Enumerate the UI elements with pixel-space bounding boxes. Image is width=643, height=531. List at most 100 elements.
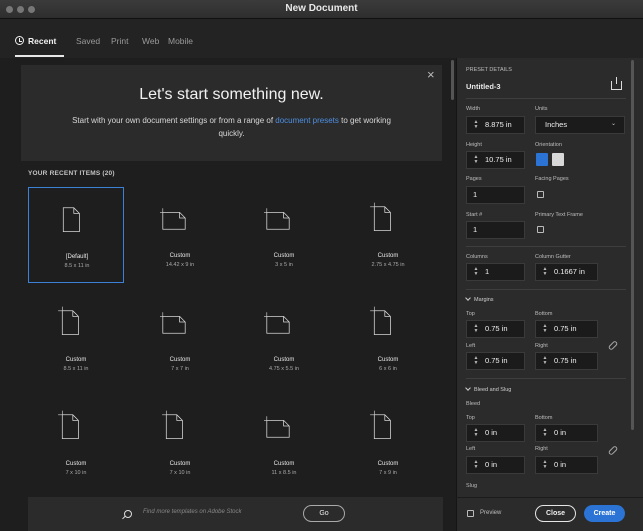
stepper-icon[interactable]: ▲ ▼	[542, 428, 548, 438]
preset-details-heading: PRESET DETAILS	[466, 67, 512, 73]
recent-item[interactable]: Custom 3 x 5 in	[236, 187, 332, 283]
stepper-icon[interactable]: ▲ ▼	[542, 356, 548, 366]
width-field[interactable]: ▲ ▼ 8.875 in	[466, 116, 525, 134]
tab-web[interactable]: Web	[142, 36, 159, 46]
recent-item[interactable]: [Default] 8.5 x 11 in	[28, 187, 124, 283]
recent-item-name: Custom	[273, 357, 295, 363]
portrait-orientation-icon[interactable]	[536, 153, 548, 166]
start-number-field[interactable]: 1	[466, 221, 525, 239]
recent-item-dimensions: 2.75 x 4.75 in	[371, 262, 405, 268]
create-button[interactable]: Create	[584, 505, 625, 522]
orientation-label: Orientation	[535, 142, 562, 148]
recent-item-name: Custom	[377, 461, 399, 467]
tab-bar: Recent Saved Print Web Mobile	[0, 19, 643, 58]
pages-field[interactable]: 1	[466, 186, 525, 204]
columns-field[interactable]: ▲ ▼ 1	[466, 263, 525, 281]
stepper-icon[interactable]: ▲ ▼	[473, 356, 479, 366]
bleed-top-field[interactable]: ▲ ▼ 0 in	[466, 424, 525, 442]
units-label: Units	[535, 106, 548, 112]
primary-text-frame-label: Primary Text Frame	[535, 212, 583, 218]
landscape-orientation-icon[interactable]	[552, 153, 564, 166]
stepper-icon[interactable]: ▲ ▼	[473, 428, 479, 438]
tab-print[interactable]: Print	[111, 36, 128, 46]
height-field[interactable]: ▲ ▼ 10.75 in	[466, 151, 525, 169]
start-number-label: Start #	[466, 212, 483, 218]
tab-saved[interactable]: Saved	[76, 36, 100, 46]
stepper-icon[interactable]: ▲ ▼	[473, 324, 479, 334]
document-icon	[264, 208, 290, 230]
margin-bottom-field[interactable]: ▲ ▼ 0.75 in	[535, 320, 598, 338]
recent-item[interactable]: Custom 7 x 10 in	[28, 395, 124, 491]
welcome-subtitle: Start with your own document settings or…	[70, 114, 393, 140]
close-banner-icon[interactable]: ×	[427, 67, 435, 82]
bleed-left-field[interactable]: ▲ ▼ 0 in	[466, 456, 525, 474]
recent-item-dimensions: 8.5 x 11 in	[64, 263, 90, 269]
recent-item[interactable]: Custom 6 x 6 in	[340, 291, 436, 387]
margin-left-label: Left	[466, 343, 476, 349]
chevron-down-icon	[465, 385, 471, 391]
active-tab-indicator	[15, 55, 64, 57]
recent-item[interactable]: Custom 4.75 x 5.5 in	[236, 291, 332, 387]
document-icon	[370, 202, 391, 231]
bleed-slug-section-toggle[interactable]: Bleed and Slug	[465, 385, 511, 393]
panel-scrollbar[interactable]	[631, 60, 634, 430]
tab-mobile[interactable]: Mobile	[168, 36, 193, 46]
recent-item[interactable]: Custom 11 x 8.5 in	[236, 395, 332, 491]
margins-section-toggle[interactable]: Margins	[465, 295, 494, 303]
recent-item-name: Custom	[377, 357, 399, 363]
recent-item[interactable]: Custom 2.75 x 4.75 in	[340, 187, 436, 283]
stepper-icon[interactable]: ▲ ▼	[473, 120, 479, 130]
preview-checkbox[interactable]	[467, 510, 474, 517]
tab-recent[interactable]: Recent	[15, 36, 56, 46]
primary-text-frame-checkbox[interactable]	[537, 226, 544, 233]
stepper-icon[interactable]: ▲ ▼	[542, 267, 548, 277]
tab-recent-label: Recent	[28, 36, 57, 46]
document-name-field[interactable]: Untitled-3	[466, 82, 501, 91]
document-icon	[370, 410, 391, 439]
document-presets-link[interactable]: document presets	[275, 116, 339, 125]
bleed-bottom-field[interactable]: ▲ ▼ 0 in	[535, 424, 598, 442]
stepper-icon[interactable]: ▲ ▼	[473, 267, 479, 277]
margin-top-field[interactable]: ▲ ▼ 0.75 in	[466, 320, 525, 338]
recent-item-name: Custom	[273, 253, 295, 259]
recent-item-dimensions: 6 x 6 in	[379, 366, 397, 372]
bleed-right-field[interactable]: ▲ ▼ 0 in	[535, 456, 598, 474]
recent-item[interactable]: Custom 7 x 9 in	[340, 395, 436, 491]
bleed-label: Bleed	[466, 401, 481, 407]
divider	[466, 289, 626, 290]
column-gutter-field[interactable]: ▲ ▼ 0.1667 in	[535, 263, 598, 281]
recent-item-name: Custom	[65, 461, 87, 467]
main-scrollbar[interactable]	[451, 60, 454, 100]
divider	[456, 497, 643, 498]
width-value: 8.875 in	[485, 120, 512, 129]
units-select[interactable]: Inches ⌄	[535, 116, 625, 134]
subtitle-text: Start with your own document settings or…	[72, 116, 274, 125]
recent-item[interactable]: Custom 7 x 10 in	[132, 395, 228, 491]
divider	[466, 98, 626, 99]
width-label: Width	[466, 106, 481, 112]
margin-right-field[interactable]: ▲ ▼ 0.75 in	[535, 352, 598, 370]
recent-item[interactable]: Custom 7 x 7 in	[132, 291, 228, 387]
slug-label: Slug	[466, 483, 478, 489]
close-button[interactable]: Close	[535, 505, 576, 522]
bleed-bottom-label: Bottom	[535, 415, 553, 421]
column-gutter-value: 0.1667 in	[554, 267, 585, 276]
stepper-icon[interactable]: ▲ ▼	[473, 460, 479, 470]
margin-right-value: 0.75 in	[554, 356, 577, 365]
stepper-icon[interactable]: ▲ ▼	[473, 155, 479, 165]
margin-left-field[interactable]: ▲ ▼ 0.75 in	[466, 352, 525, 370]
recent-item-name: Custom	[273, 461, 295, 467]
go-button[interactable]: Go	[303, 505, 345, 522]
recent-item[interactable]: Custom 14.42 x 9 in	[132, 187, 228, 283]
columns-value: 1	[485, 267, 490, 276]
stepper-icon[interactable]: ▲ ▼	[542, 324, 548, 334]
save-preset-icon[interactable]	[611, 77, 622, 90]
welcome-title: Let's start something new.	[139, 86, 324, 103]
document-icon	[62, 207, 80, 232]
stepper-icon[interactable]: ▲ ▼	[542, 460, 548, 470]
margin-bottom-label: Bottom	[535, 311, 553, 317]
template-search-input[interactable]: Find more templates on Adobe Stock	[143, 509, 242, 515]
bleed-right-value: 0 in	[554, 460, 567, 469]
facing-pages-checkbox[interactable]	[537, 191, 544, 198]
recent-item[interactable]: Custom 8.5 x 11 in	[28, 291, 124, 387]
